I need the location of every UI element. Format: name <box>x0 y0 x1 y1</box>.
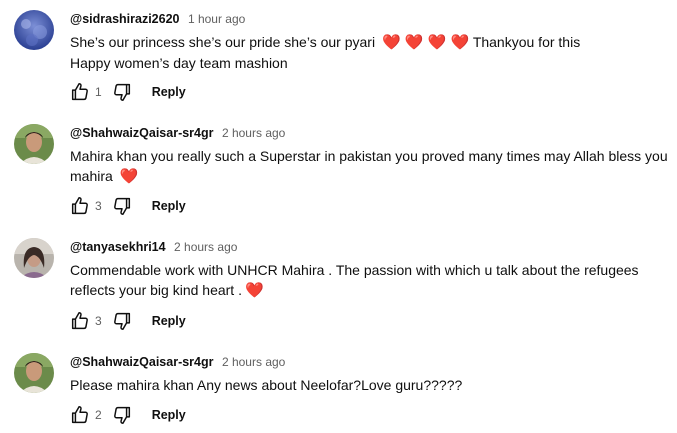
avatar[interactable] <box>14 353 54 393</box>
reply-button[interactable]: Reply <box>152 314 186 328</box>
comment-author[interactable]: @sidrashirazi2620 <box>70 12 179 26</box>
comment-actions: 2 Reply <box>68 403 186 427</box>
comment-actions: 3 Reply <box>68 194 186 218</box>
avatar[interactable] <box>14 124 54 164</box>
like-count: 3 <box>95 199 102 213</box>
comment-author[interactable]: @ShahwaizQaisar-sr4gr <box>70 355 214 369</box>
avatar[interactable] <box>14 238 54 278</box>
comment-time[interactable]: 1 hour ago <box>188 12 245 26</box>
comment-author[interactable]: @tanyasekhri14 <box>70 240 166 254</box>
comment-author[interactable]: @ShahwaizQaisar-sr4gr <box>70 126 214 140</box>
comment-text: Commendable work with UNHCR Mahira . The… <box>70 262 639 299</box>
comment-actions: 3 Reply <box>68 309 186 333</box>
like-count: 2 <box>95 408 102 422</box>
heart-emoji: ❤️ ❤️ ❤️ ❤️ <box>381 34 470 51</box>
heart-emoji: ❤️ <box>244 282 264 299</box>
like-count: 1 <box>95 85 102 99</box>
comment-time[interactable]: 2 hours ago <box>222 126 285 140</box>
dislike-icon[interactable] <box>110 80 134 104</box>
comment-text: Please mahira khan Any news about Neelof… <box>70 377 463 393</box>
dislike-icon[interactable] <box>110 309 134 333</box>
like-icon[interactable] <box>68 309 92 333</box>
heart-emoji: ❤️ <box>119 168 139 185</box>
comment-time[interactable]: 2 hours ago <box>174 240 237 254</box>
dislike-icon[interactable] <box>110 403 134 427</box>
like-icon[interactable] <box>68 403 92 427</box>
reply-button[interactable]: Reply <box>152 85 186 99</box>
avatar[interactable] <box>14 10 54 50</box>
dislike-icon[interactable] <box>110 194 134 218</box>
reply-button[interactable]: Reply <box>152 199 186 213</box>
comment-text: Mahira khan you really such a Superstar … <box>70 148 668 185</box>
comment-text: She’s our princess she’s our pride she’s… <box>70 34 581 71</box>
comment-time[interactable]: 2 hours ago <box>222 355 285 369</box>
like-icon[interactable] <box>68 80 92 104</box>
like-count: 3 <box>95 314 102 328</box>
like-icon[interactable] <box>68 194 92 218</box>
comment-actions: 1 Reply <box>68 80 186 104</box>
reply-button[interactable]: Reply <box>152 408 186 422</box>
